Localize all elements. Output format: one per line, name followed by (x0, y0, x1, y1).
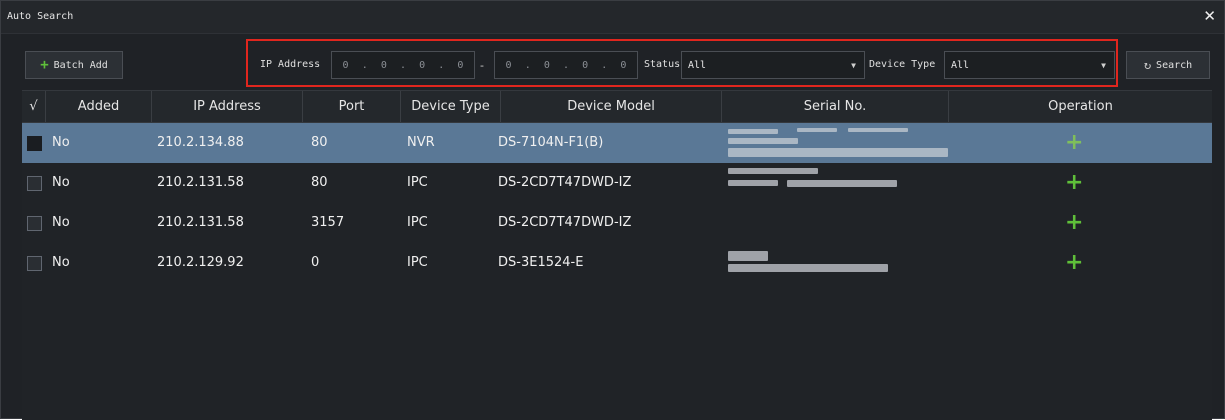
ip-address-label: IP Address (260, 59, 321, 70)
status-label: Status (644, 59, 681, 70)
ip-start-dot-1: . (361, 59, 368, 71)
row-checkbox[interactable] (27, 256, 42, 271)
add-icon[interactable]: + (1065, 123, 1083, 163)
ip-end-dot-1: . (524, 59, 531, 71)
table-row[interactable]: No 210.2.131.58 3157 IPC DS-2CD7T47DWD-I… (22, 203, 1212, 243)
ip-start-octet-4: 0 (457, 59, 464, 71)
cell-device-type: NVR (407, 135, 435, 150)
search-button[interactable]: ↻ Search (1126, 51, 1210, 79)
column-header-serial-no[interactable]: Serial No. (722, 91, 949, 122)
cell-ip-address: 210.2.134.88 (157, 135, 244, 150)
column-header-select[interactable]: √ (22, 91, 46, 122)
ip-start-dot-2: . (399, 59, 406, 71)
cell-port: 80 (311, 175, 328, 190)
cell-ip-address: 210.2.131.58 (157, 215, 244, 230)
table-row[interactable]: No 210.2.131.58 80 IPC DS-2CD7T47DWD-IZ … (22, 163, 1212, 203)
column-header-port[interactable]: Port (303, 91, 401, 122)
ip-start-octet-3: 0 (419, 59, 426, 71)
search-label: Search (1156, 59, 1193, 71)
ip-start-dot-3: . (438, 59, 445, 71)
add-icon[interactable]: + (1065, 203, 1083, 243)
row-checkbox[interactable] (27, 176, 42, 191)
add-icon[interactable]: + (1065, 243, 1083, 283)
table-row[interactable]: No 210.2.134.88 80 NVR DS-7104N-F1(B) + (22, 123, 1212, 163)
ip-start-octet-2: 0 (380, 59, 387, 71)
column-header-device-model[interactable]: Device Model (501, 91, 722, 122)
column-header-device-type[interactable]: Device Type (401, 91, 501, 122)
chevron-down-icon: ▼ (1101, 61, 1106, 70)
cell-device-type: IPC (407, 215, 428, 230)
ip-end-octet-1: 0 (505, 59, 512, 71)
batch-add-label: Batch Add (53, 59, 108, 71)
refresh-icon: ↻ (1143, 58, 1152, 72)
table-header: √ Added IP Address Port Device Type Devi… (22, 90, 1212, 123)
title-bar: Auto Search ✕ (1, 1, 1224, 34)
cell-added: No (52, 255, 70, 270)
ip-end-field[interactable]: 0 . 0 . 0 . 0 (494, 51, 638, 79)
row-checkbox[interactable] (27, 216, 42, 231)
device-type-select[interactable]: All ▼ (944, 51, 1115, 79)
status-value: All (688, 59, 707, 71)
cell-device-type: IPC (407, 175, 428, 190)
cell-added: No (52, 175, 70, 190)
window-title: Auto Search (7, 11, 74, 22)
cell-port: 3157 (311, 215, 345, 230)
cell-device-type: IPC (407, 255, 428, 270)
column-header-ip-address[interactable]: IP Address (152, 91, 303, 122)
column-header-operation[interactable]: Operation (949, 91, 1212, 122)
cell-device-model: DS-7104N-F1(B) (498, 135, 604, 150)
ip-start-octet-1: 0 (342, 59, 349, 71)
status-select[interactable]: All ▼ (681, 51, 865, 79)
ip-end-octet-4: 0 (620, 59, 627, 71)
cell-ip-address: 210.2.131.58 (157, 175, 244, 190)
table-row[interactable]: No 210.2.129.92 0 IPC DS-3E1524-E + (22, 243, 1212, 283)
cell-device-model: DS-3E1524-E (498, 255, 584, 270)
cell-port: 0 (311, 255, 320, 270)
batch-add-button[interactable]: + Batch Add (25, 51, 123, 79)
cell-port: 80 (311, 135, 328, 150)
cell-device-model: DS-2CD7T47DWD-IZ (498, 215, 632, 230)
ip-start-field[interactable]: 0 . 0 . 0 . 0 (331, 51, 475, 79)
device-type-value: All (951, 59, 970, 71)
cell-device-model: DS-2CD7T47DWD-IZ (498, 175, 632, 190)
cell-ip-address: 210.2.129.92 (157, 255, 244, 270)
auto-search-window: Auto Search ✕ + Batch Add IP Address 0 .… (0, 0, 1225, 420)
ip-range-dash: - (480, 59, 484, 72)
add-icon[interactable]: + (1065, 163, 1083, 203)
close-icon[interactable]: ✕ (1203, 9, 1216, 24)
device-type-label: Device Type (869, 59, 936, 70)
ip-end-octet-2: 0 (543, 59, 550, 71)
ip-end-dot-2: . (562, 59, 569, 71)
row-checkbox[interactable] (27, 136, 42, 151)
column-header-added[interactable]: Added (46, 91, 152, 122)
device-table: √ Added IP Address Port Device Type Devi… (22, 90, 1212, 420)
chevron-down-icon: ▼ (851, 61, 856, 70)
ip-end-octet-3: 0 (582, 59, 589, 71)
cell-added: No (52, 135, 70, 150)
plus-icon: + (40, 57, 49, 73)
cell-added: No (52, 215, 70, 230)
ip-end-dot-3: . (601, 59, 608, 71)
